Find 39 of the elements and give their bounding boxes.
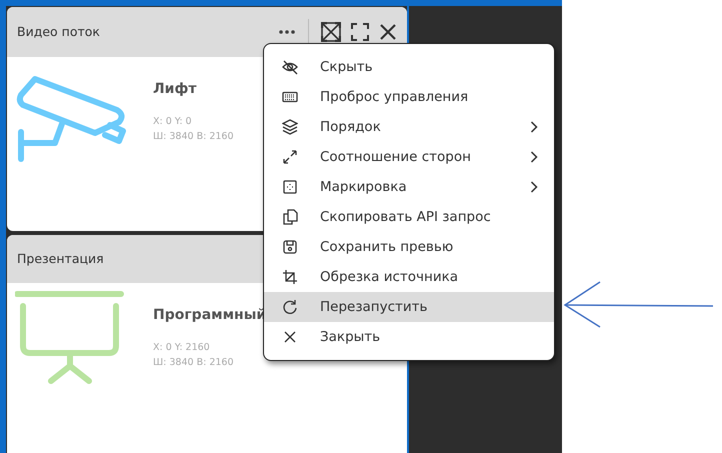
hide-icon (282, 59, 298, 75)
keyboard-icon (282, 89, 298, 105)
fit-button[interactable] (321, 22, 341, 42)
fullscreen-icon (351, 23, 369, 41)
menu-item[interactable]: Порядок (264, 112, 554, 142)
menu-item[interactable]: Проброс управления (264, 82, 554, 112)
close-icon (379, 23, 397, 41)
menu-item[interactable]: Скрыть (264, 52, 554, 82)
save-icon (282, 239, 298, 255)
size-text: Ш: 3840 В: 2160 (153, 130, 234, 144)
size-text: Ш: 3840 В: 2160 (153, 356, 234, 370)
chevron-right-icon (530, 181, 538, 194)
menu-item[interactable]: Обрезка источника (264, 262, 554, 292)
more-icon (278, 29, 296, 35)
chevron-right-icon (530, 121, 538, 134)
refresh-icon (282, 299, 298, 315)
menu-item[interactable]: Перезапустить (264, 292, 554, 322)
menu-item[interactable]: Закрыть (264, 322, 554, 352)
source-name: Лифт (153, 80, 198, 99)
panel-title: Презентация (17, 250, 104, 268)
menu-item[interactable]: Сохранить превью (264, 232, 554, 262)
layers-icon (282, 119, 298, 135)
close-button[interactable] (379, 23, 397, 41)
resize-icon (282, 149, 298, 165)
position-text: X: 0 Y: 2160 (153, 341, 211, 355)
crop-icon (282, 269, 298, 285)
menu-item[interactable]: Скопировать API запрос (264, 202, 554, 232)
expand-icon (321, 22, 341, 42)
marker-icon (282, 179, 298, 195)
position-text: X: 0 Y: 0 (153, 115, 193, 129)
chevron-right-icon (530, 151, 538, 164)
source-name: Программный (153, 306, 266, 325)
more-button[interactable] (278, 29, 296, 35)
close-icon (282, 329, 298, 345)
fullscreen-button[interactable] (351, 23, 369, 41)
menu-item[interactable]: Маркировка (264, 172, 554, 202)
menu-item[interactable]: Соотношение сторон (264, 142, 554, 172)
copy-icon (282, 209, 298, 225)
panel-title: Видео поток (17, 22, 100, 41)
